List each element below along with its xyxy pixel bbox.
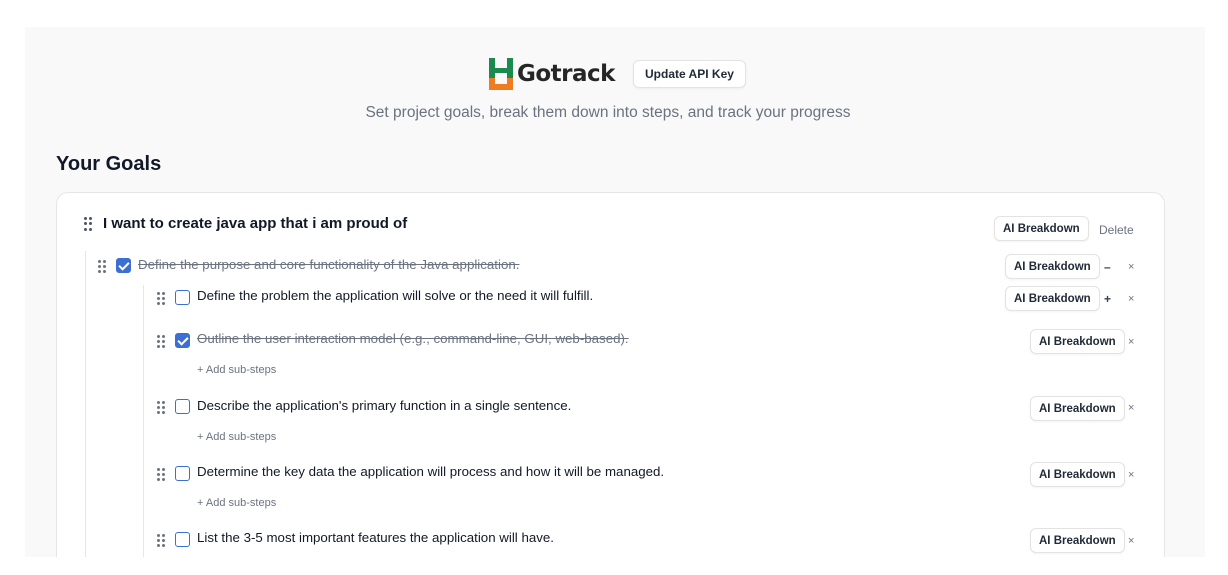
substep-text: Define the problem the application will …	[197, 288, 594, 303]
drag-handle-icon[interactable]	[157, 335, 165, 348]
step-checkbox[interactable]	[116, 258, 131, 273]
substep-ai-breakdown-button[interactable]: AI Breakdown	[1030, 528, 1125, 553]
substep-checkbox[interactable]	[175, 333, 190, 348]
substep-ai-breakdown-button[interactable]: AI Breakdown	[1005, 286, 1100, 311]
substep-guide-line	[143, 285, 144, 557]
drag-handle-icon[interactable]	[157, 401, 165, 414]
step-guide-line	[85, 251, 86, 557]
add-sub-steps-link[interactable]: + Add sub-steps	[197, 497, 276, 509]
substep-text: Outline the user interaction model (e.g.…	[197, 331, 629, 346]
substep-checkbox[interactable]	[175, 290, 190, 305]
goal-title: I want to create java app that i am prou…	[103, 215, 408, 232]
substep-checkbox[interactable]	[175, 532, 190, 547]
drag-handle-icon[interactable]	[157, 468, 165, 481]
goal-delete-button[interactable]: Delete	[1099, 223, 1134, 237]
goal-card: I want to create java app that i am prou…	[56, 192, 1165, 557]
brand-name: Gotrack	[517, 61, 615, 87]
substep-ai-breakdown-button[interactable]: AI Breakdown	[1030, 462, 1125, 487]
drag-handle-icon[interactable]	[157, 292, 165, 305]
step-ai-breakdown-button[interactable]: AI Breakdown	[1005, 254, 1100, 279]
step-text: Define the purpose and core functionalit…	[138, 257, 520, 272]
your-goals-heading: Your Goals	[56, 153, 162, 175]
drag-handle-icon[interactable]	[84, 217, 92, 231]
substep-ai-breakdown-button[interactable]: AI Breakdown	[1030, 329, 1125, 354]
app-container: Gotrack Update API Key Set project goals…	[25, 27, 1205, 557]
brand-logo: Gotrack	[489, 58, 615, 90]
tagline: Set project goals, break them down into …	[365, 104, 851, 121]
remove-substep-button[interactable]: ×	[1128, 293, 1134, 305]
substep-checkbox[interactable]	[175, 399, 190, 414]
drag-handle-icon[interactable]	[157, 534, 165, 547]
header: Gotrack Update API Key Set project goals…	[25, 27, 1205, 147]
add-sub-steps-link[interactable]: + Add sub-steps	[197, 364, 276, 376]
expand-button[interactable]: +	[1104, 292, 1111, 306]
update-api-key-button[interactable]: Update API Key	[633, 60, 746, 88]
drag-handle-icon[interactable]	[98, 260, 106, 273]
substep-ai-breakdown-button[interactable]: AI Breakdown	[1030, 396, 1125, 421]
substep-text: List the 3-5 most important features the…	[197, 530, 554, 545]
substep-text: Determine the key data the application w…	[197, 464, 665, 479]
substep-checkbox[interactable]	[175, 466, 190, 481]
substep-text: Describe the application's primary funct…	[197, 398, 572, 413]
gotrack-logo-icon	[489, 58, 513, 90]
remove-substep-button[interactable]: ×	[1128, 336, 1134, 348]
collapse-button[interactable]: –	[1104, 260, 1111, 274]
remove-substep-button[interactable]: ×	[1128, 535, 1134, 547]
remove-substep-button[interactable]: ×	[1128, 402, 1134, 414]
remove-step-button[interactable]: ×	[1128, 261, 1134, 273]
add-sub-steps-link[interactable]: + Add sub-steps	[197, 431, 276, 443]
goal-ai-breakdown-button[interactable]: AI Breakdown	[994, 216, 1089, 241]
remove-substep-button[interactable]: ×	[1128, 469, 1134, 481]
